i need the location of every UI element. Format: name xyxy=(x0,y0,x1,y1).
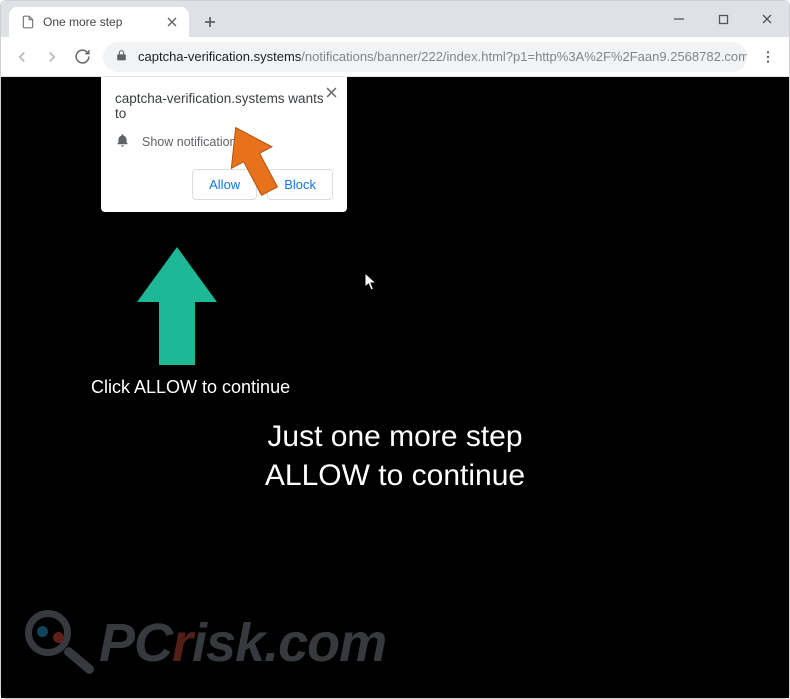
hint-large-line2: ALLOW to continue xyxy=(1,456,789,495)
maximize-button[interactable] xyxy=(701,1,745,37)
toolbar: captcha-verification.systems/notificatio… xyxy=(1,37,789,77)
permission-buttons: Allow Block xyxy=(115,169,333,200)
magnifier-icon xyxy=(23,608,93,678)
cursor-icon xyxy=(364,272,378,292)
close-tab-icon[interactable] xyxy=(165,15,179,29)
close-window-button[interactable] xyxy=(745,1,789,37)
back-button[interactable] xyxy=(7,42,37,72)
close-icon[interactable] xyxy=(326,85,337,103)
titlebar: One more step xyxy=(1,1,789,37)
browser-tab[interactable]: One more step xyxy=(9,7,189,37)
url-domain: captcha-verification.systems xyxy=(138,49,301,64)
tab-title: One more step xyxy=(43,15,157,29)
hint-small-text: Click ALLOW to continue xyxy=(91,377,290,398)
hint-large-line1: Just one more step xyxy=(1,417,789,456)
page-icon xyxy=(21,15,35,29)
permission-origin-text: captcha-verification.systems wants to xyxy=(115,91,333,121)
new-tab-button[interactable] xyxy=(197,9,223,35)
browser-window: One more step xyxy=(0,0,790,699)
page-content: captcha-verification.systems wants to Sh… xyxy=(1,77,789,698)
allow-button[interactable]: Allow xyxy=(192,169,257,200)
block-button[interactable]: Block xyxy=(267,169,333,200)
lock-icon xyxy=(115,49,128,65)
notification-permission-popup: captcha-verification.systems wants to Sh… xyxy=(101,77,347,212)
hint-large-text: Just one more step ALLOW to continue xyxy=(1,417,789,495)
watermark-text: PCrisk.com xyxy=(99,612,386,674)
url-path: /notifications/banner/222/index.html?p1=… xyxy=(301,49,747,64)
minimize-button[interactable] xyxy=(657,1,701,37)
bell-icon xyxy=(115,133,130,151)
menu-button[interactable] xyxy=(753,42,783,72)
permission-option-row: Show notifications xyxy=(115,133,333,151)
watermark-r: r xyxy=(172,613,192,673)
watermark-suffix: isk.com xyxy=(192,613,386,673)
permission-option-label: Show notifications xyxy=(142,135,243,149)
window-controls xyxy=(657,1,789,37)
watermark: PCrisk.com xyxy=(23,608,386,678)
watermark-prefix: PC xyxy=(99,613,172,673)
up-arrow-icon xyxy=(137,247,217,367)
forward-button[interactable] xyxy=(37,42,67,72)
reload-button[interactable] xyxy=(67,42,97,72)
address-bar[interactable]: captcha-verification.systems/notificatio… xyxy=(103,42,747,72)
